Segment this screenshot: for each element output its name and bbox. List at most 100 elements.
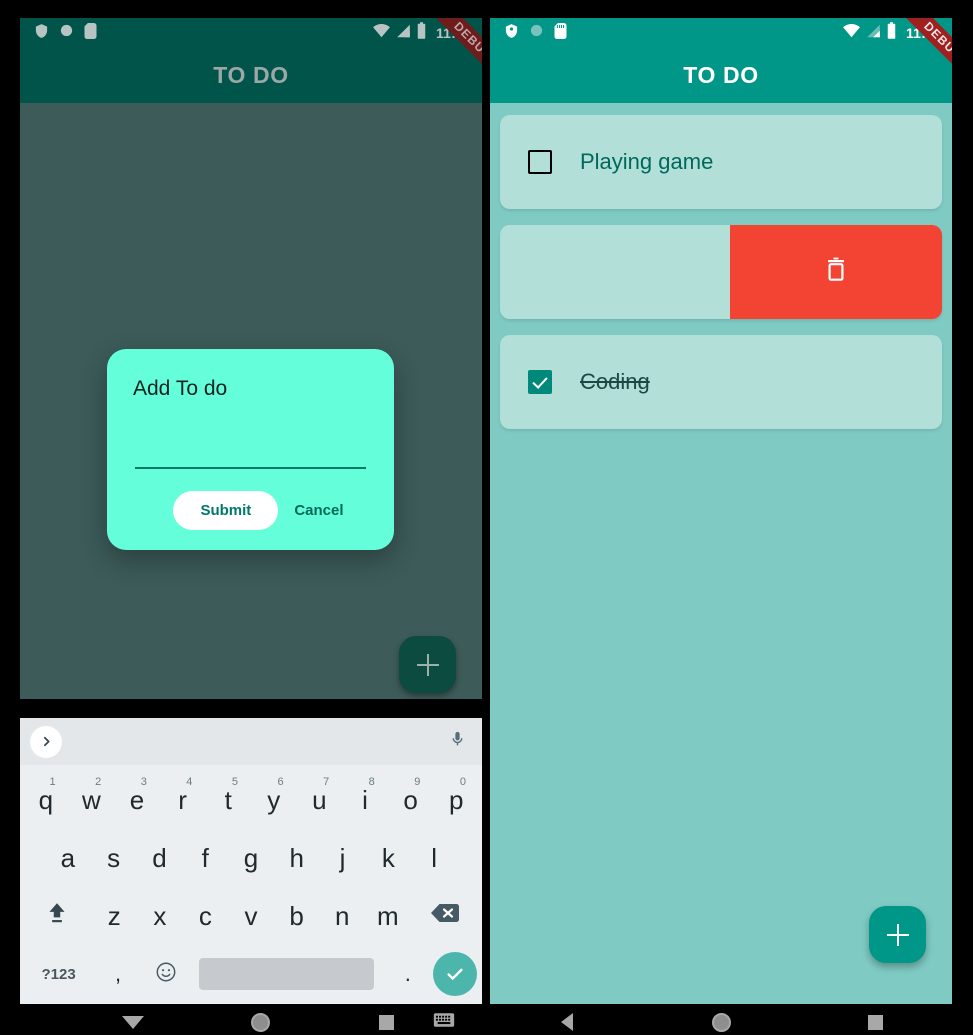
navigation-bar-left [20,1004,482,1035]
key-g[interactable]: g [228,833,274,883]
home-button[interactable] [251,1012,270,1032]
recents-icon [867,1014,883,1030]
todo-label: Coding [580,369,650,394]
home-button[interactable] [644,1012,798,1032]
key-y[interactable]: 6y [251,775,297,825]
microphone-icon[interactable] [449,729,466,754]
key-label: p [448,784,464,815]
key-v[interactable]: v [228,891,274,941]
enter-key[interactable] [432,949,480,999]
shift-key[interactable] [23,891,91,941]
dialog-title: Add To do [133,377,228,400]
backspace-key[interactable] [411,891,479,941]
home-icon [711,1012,731,1032]
signal-icon [396,24,411,43]
emoji-smiley-icon [155,959,177,990]
key-i[interactable]: 8i [342,775,388,825]
recents-button[interactable] [379,1014,394,1030]
key-p[interactable]: 0p [433,775,479,825]
chevron-right-icon[interactable] [30,725,62,758]
keyboard-switch-icon [433,1012,455,1033]
status-time: 11:48 [905,25,942,41]
key-label: o [403,784,418,815]
key-k[interactable]: k [365,833,411,883]
recents-icon [379,1014,394,1030]
add-todo-fab-right[interactable] [869,906,926,963]
status-bar-right: 11:48 [490,18,952,48]
dual-phone-screenshot: 11:33 TO DO DEBUG Add To do Submit Cance… [0,0,973,1035]
key-t[interactable]: 5t [205,775,251,825]
key-x[interactable]: x [137,891,183,941]
backspace-icon [430,901,460,932]
key-label: y [267,784,281,815]
hide-keyboard-button[interactable] [122,1015,144,1029]
status-icons-left [34,22,97,44]
todo-label: Playing game [580,149,714,174]
keyboard-row-3: z x c v b n m [23,887,479,945]
emoji-key[interactable] [142,949,190,999]
key-e[interactable]: 3e [114,775,160,825]
key-s[interactable]: s [91,833,137,883]
key-num: 1 [49,776,56,788]
keyboard-switch-button[interactable] [433,1012,455,1033]
signal-icon [866,24,881,43]
key-q[interactable]: 1q [23,775,69,825]
key-m[interactable]: m [365,891,411,941]
trash-icon [825,257,847,288]
dialog-actions: Submit Cancel [133,491,368,530]
key-z[interactable]: z [91,891,137,941]
key-num: 2 [95,776,102,788]
key-label: r [178,784,187,815]
circle-icon [59,23,74,43]
swipe-background [500,225,942,319]
key-r[interactable]: 4r [160,775,206,825]
sd-card-icon [554,22,567,44]
key-l[interactable]: l [411,833,457,883]
key-num: 0 [459,776,466,788]
swipe-row-surface[interactable] [500,225,730,319]
key-num: 3 [140,776,147,788]
key-h[interactable]: h [274,833,320,883]
comma-key[interactable]: , [94,949,142,999]
wifi-icon [843,23,860,43]
keyboard-rows: 1q 2w 3e 4r 5t 6y 7u 8i 9o 0p a s d f g [20,765,482,1003]
submit-button[interactable]: Submit [173,491,279,530]
space-key[interactable] [189,949,384,999]
shield-icon [504,23,519,44]
key-label: t [224,784,232,815]
todo-list-item-3[interactable]: Coding [500,335,942,429]
key-j[interactable]: j [320,833,366,883]
status-time: 11:33 [435,25,472,41]
todo-checkbox[interactable] [528,150,552,174]
soft-keyboard[interactable]: 1q 2w 3e 4r 5t 6y 7u 8i 9o 0p a s d f g [20,718,482,1018]
wifi-icon [373,23,390,43]
key-n[interactable]: n [319,891,365,941]
plus-icon [416,653,439,676]
key-b[interactable]: b [274,891,320,941]
app-bar-left: TO DO [20,48,482,103]
key-w[interactable]: 2w [69,775,115,825]
todo-text-input[interactable] [135,445,366,469]
recents-button[interactable] [798,1014,952,1030]
symbols-key[interactable]: ?123 [23,949,94,999]
key-f[interactable]: f [182,833,228,883]
back-button[interactable] [490,1013,644,1031]
add-todo-fab-left[interactable] [399,636,456,693]
key-num: 9 [414,776,421,788]
add-todo-dialog: Add To do Submit Cancel [107,349,394,550]
hide-keyboard-icon [122,1015,144,1029]
key-a[interactable]: a [45,833,91,883]
cancel-button[interactable]: Cancel [288,492,349,529]
todo-checkbox[interactable] [528,370,552,394]
todo-list-item-2-swiped[interactable] [500,225,942,319]
circle-icon [529,23,544,43]
todo-list-item-1[interactable]: Playing game [500,115,942,209]
period-key[interactable]: . [384,949,432,999]
key-u[interactable]: 7u [297,775,343,825]
key-c[interactable]: c [183,891,229,941]
phone-screen-left: 11:33 TO DO DEBUG Add To do Submit Cance… [20,18,482,1035]
key-o[interactable]: 9o [388,775,434,825]
app-bar-right: TO DO [490,48,952,103]
key-d[interactable]: d [137,833,183,883]
delete-action-button[interactable] [730,225,942,319]
